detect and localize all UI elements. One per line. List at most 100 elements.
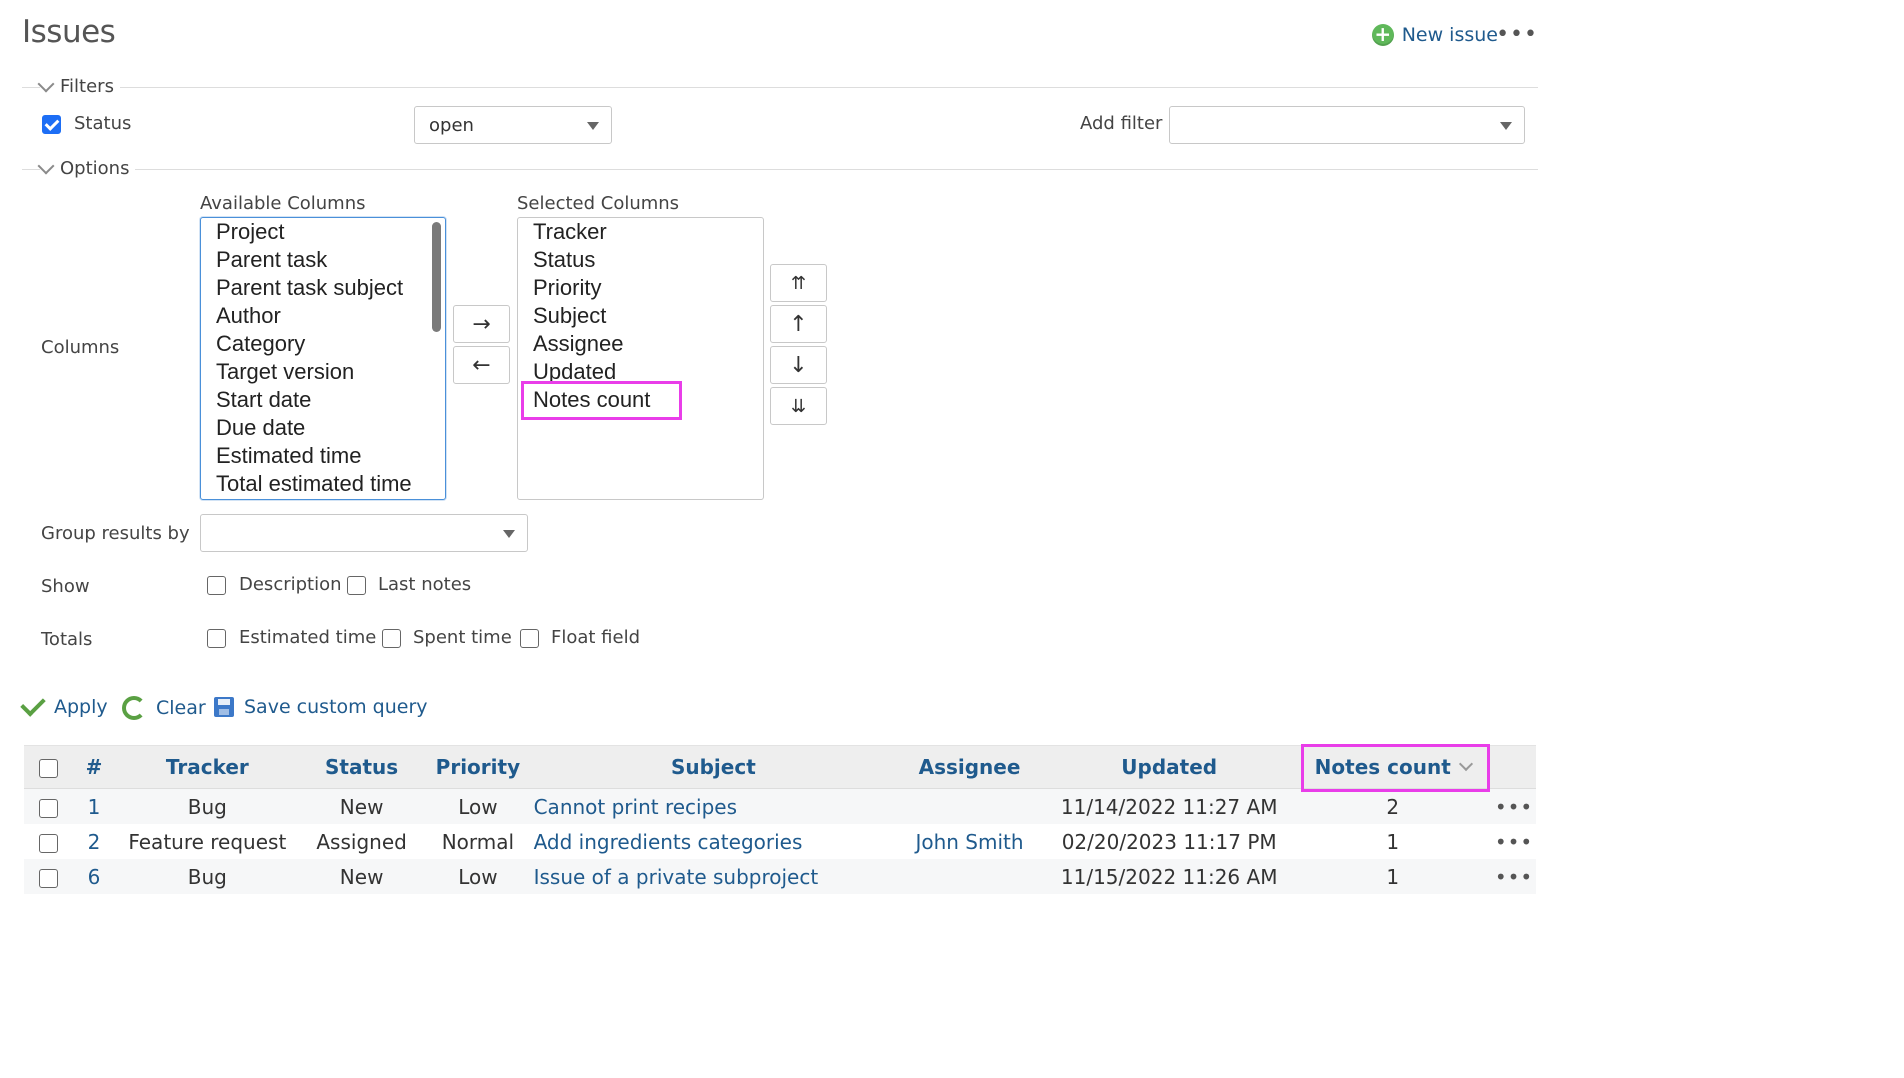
status-cell: New — [300, 788, 424, 824]
add-filter-label: Add filter — [1080, 113, 1163, 134]
dropdown-caret-icon — [503, 530, 515, 538]
subject-link[interactable]: Add ingredients categories — [534, 830, 803, 854]
selected-columns-list[interactable]: Tracker Status Priority Subject Assignee… — [517, 217, 764, 500]
notes-count-cell: 1 — [1293, 859, 1493, 894]
more-icon[interactable]: ••• — [1495, 865, 1533, 889]
status-cell: New — [300, 859, 424, 894]
col-actions — [1492, 745, 1536, 789]
tracker-cell: Bug — [114, 859, 301, 894]
remove-column-button[interactable]: ← — [453, 346, 510, 384]
table-row[interactable]: 1 Bug New Low Cannot print recipes 11/14… — [24, 788, 1536, 824]
row-select-cell — [24, 788, 74, 824]
status-filter-label: Status — [74, 113, 132, 134]
apply-label: Apply — [54, 696, 108, 718]
filters-divider — [22, 87, 1538, 88]
more-actions-icon[interactable]: ••• — [1496, 22, 1538, 47]
subject-link[interactable]: Cannot print recipes — [534, 795, 737, 819]
notes-count-header-label: Notes count — [1314, 755, 1451, 779]
row-checkbox[interactable] — [39, 868, 59, 888]
list-item[interactable]: Due date — [201, 414, 445, 442]
table-header-row: # Tracker Status Priority Subject Assign… — [24, 745, 1536, 789]
new-issue-link[interactable]: + New issue — [1371, 24, 1498, 46]
priority-cell: Low — [423, 859, 533, 894]
list-item[interactable]: Notes count — [518, 386, 763, 414]
add-column-button[interactable]: → — [453, 305, 510, 343]
issue-id[interactable]: 2 — [88, 830, 101, 854]
list-item[interactable]: Status — [518, 246, 763, 274]
more-icon[interactable]: ••• — [1495, 795, 1533, 819]
list-item[interactable]: Tracker — [518, 218, 763, 246]
issue-id[interactable]: 1 — [88, 795, 101, 819]
save-icon — [214, 697, 234, 717]
col-id[interactable]: # — [73, 745, 115, 789]
row-menu-cell: ••• — [1492, 859, 1536, 894]
select-all-checkbox[interactable] — [39, 759, 59, 778]
available-columns-list[interactable]: Project Parent task Parent task subject … — [200, 217, 446, 500]
list-item[interactable]: Parent task subject — [201, 274, 445, 302]
list-item[interactable]: Start date — [201, 386, 445, 414]
options-legend[interactable]: Options — [37, 157, 136, 179]
list-item[interactable]: Category — [201, 330, 445, 358]
issue-id-link[interactable]: 2 — [73, 824, 115, 859]
notes-count-cell: 2 — [1293, 788, 1493, 824]
col-priority[interactable]: Priority — [423, 745, 533, 789]
list-item[interactable]: Parent task — [201, 246, 445, 274]
checkmark-icon — [20, 691, 46, 717]
row-checkbox[interactable] — [39, 833, 59, 853]
list-item[interactable]: Target version — [201, 358, 445, 386]
col-updated[interactable]: Updated — [1044, 745, 1294, 789]
apply-button[interactable]: Apply — [20, 691, 108, 718]
col-assignee[interactable]: Assignee — [894, 745, 1045, 789]
save-query-button[interactable]: Save custom query — [214, 696, 428, 718]
col-notes-count[interactable]: Notes count — [1293, 745, 1493, 789]
subject-link[interactable]: Issue of a private subproject — [534, 865, 819, 889]
select-all-cell — [24, 745, 74, 789]
col-tracker[interactable]: Tracker — [114, 745, 301, 789]
list-item[interactable]: Subject — [518, 302, 763, 330]
issue-id-link[interactable]: 1 — [73, 788, 115, 824]
col-subject[interactable]: Subject — [532, 745, 895, 789]
filters-legend[interactable]: Filters — [37, 75, 120, 97]
add-filter-select[interactable] — [1169, 106, 1525, 144]
updated-cell: 02/20/2023 11:17 PM — [1044, 824, 1294, 859]
show-description-checkbox[interactable] — [207, 576, 226, 595]
dropdown-caret-icon — [587, 122, 599, 130]
new-issue-label: New issue — [1401, 24, 1498, 46]
assignee-link[interactable]: John Smith — [915, 830, 1023, 854]
totals-float-checkbox[interactable] — [520, 629, 539, 648]
totals-estimated-checkbox[interactable] — [207, 629, 226, 648]
tracker-cell: Bug — [114, 788, 301, 824]
clear-button[interactable]: Clear — [122, 696, 206, 720]
options-divider — [22, 169, 1538, 170]
show-description-label: Description — [239, 574, 342, 595]
totals-spent-label: Spent time — [413, 627, 512, 648]
list-item[interactable]: Total estimated time — [201, 470, 445, 498]
show-last-notes-checkbox[interactable] — [347, 576, 366, 595]
move-bottom-button[interactable]: ⇊ — [770, 387, 827, 425]
move-up-button[interactable]: ↑ — [770, 305, 827, 343]
scrollbar-thumb[interactable] — [432, 222, 441, 332]
list-item[interactable]: Author — [201, 302, 445, 330]
move-down-button[interactable]: ↓ — [770, 346, 827, 384]
clear-label: Clear — [156, 697, 206, 719]
list-item[interactable]: Updated — [518, 358, 763, 386]
list-item[interactable]: Assignee — [518, 330, 763, 358]
totals-spent-checkbox[interactable] — [382, 629, 401, 648]
list-item[interactable]: Priority — [518, 274, 763, 302]
reload-icon — [122, 696, 146, 720]
col-status[interactable]: Status — [300, 745, 424, 789]
more-icon[interactable]: ••• — [1495, 830, 1533, 854]
row-checkbox[interactable] — [39, 798, 59, 818]
group-by-select[interactable] — [200, 514, 528, 552]
columns-label: Columns — [41, 337, 120, 358]
table-row[interactable]: 2 Feature request Assigned Normal Add in… — [24, 824, 1536, 859]
list-item[interactable]: Estimated time — [201, 442, 445, 470]
issue-id[interactable]: 6 — [88, 865, 101, 889]
status-operator-value: open — [429, 114, 474, 136]
status-filter-checkbox[interactable] — [42, 115, 61, 134]
table-row[interactable]: 6 Bug New Low Issue of a private subproj… — [24, 859, 1536, 894]
list-item[interactable]: Project — [201, 218, 445, 246]
status-operator-select[interactable]: open — [414, 106, 612, 144]
issue-id-link[interactable]: 6 — [73, 859, 115, 894]
move-top-button[interactable]: ⇈ — [770, 264, 827, 302]
